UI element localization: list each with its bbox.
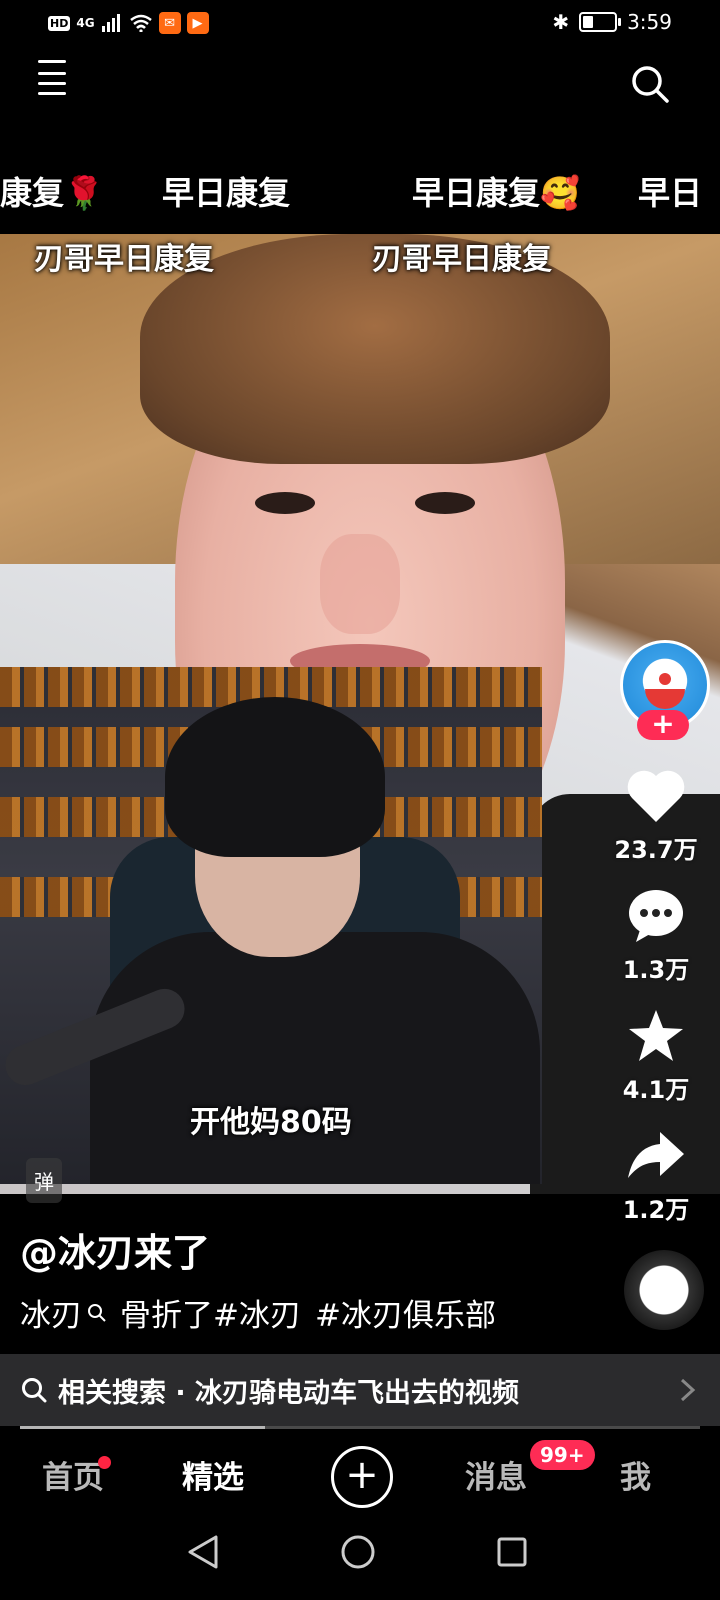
wifi-icon bbox=[129, 14, 152, 32]
nav-home-dot bbox=[98, 1456, 111, 1469]
video-progress-fill bbox=[20, 1426, 265, 1429]
search-keyword-text: 冰刃 bbox=[20, 1298, 82, 1334]
danmu-comment: 早日康复🥰 bbox=[412, 174, 580, 212]
home-icon[interactable] bbox=[340, 1534, 376, 1570]
search-icon[interactable] bbox=[630, 64, 670, 104]
favorite-count: 4.1万 bbox=[622, 1076, 690, 1104]
inset-caption: 开他妈80码 bbox=[190, 1105, 352, 1140]
danmu-comment: 早日 bbox=[638, 174, 703, 212]
battery-fill bbox=[583, 16, 594, 28]
menu-notification-dot bbox=[38, 60, 66, 63]
video-nose bbox=[320, 534, 400, 634]
like-count: 23.7万 bbox=[614, 836, 698, 864]
hashtag[interactable]: #冰刃 bbox=[213, 1290, 301, 1335]
status-right: ✱ 3:59 bbox=[552, 10, 672, 34]
favorite-button[interactable]: 4.1万 bbox=[606, 1008, 706, 1105]
system-nav bbox=[0, 1520, 720, 1600]
keyword-search-icon bbox=[88, 1303, 106, 1322]
nav-home[interactable]: 首页 bbox=[42, 1452, 104, 1497]
video-inset: 开他妈80码 bbox=[0, 667, 542, 1184]
author-name[interactable]: @冰刃来了 bbox=[20, 1222, 210, 1277]
menu-button[interactable] bbox=[36, 60, 70, 100]
related-search-bar[interactable]: 相关搜索 · 冰刃骑电动车飞出去的视频 bbox=[0, 1354, 720, 1426]
search-keyword[interactable]: 冰刃 bbox=[20, 1290, 120, 1335]
music-disc[interactable] bbox=[624, 1250, 704, 1330]
danmu-comment: 康复🌹 bbox=[0, 174, 104, 212]
share-button[interactable]: 1.2万 bbox=[606, 1128, 706, 1225]
inset-body bbox=[90, 932, 540, 1184]
bluetooth-icon: ✱ bbox=[552, 10, 570, 34]
nav-me[interactable]: 我 bbox=[620, 1452, 651, 1497]
inset-hair bbox=[165, 697, 385, 857]
clock: 3:59 bbox=[627, 10, 672, 34]
back-icon[interactable] bbox=[186, 1534, 220, 1570]
danmu-comment: 早日康复 bbox=[162, 174, 291, 212]
message-badge: 99+ bbox=[530, 1440, 595, 1470]
hashtag[interactable]: #冰刃俱乐部 bbox=[315, 1290, 496, 1335]
follow-button[interactable]: + bbox=[637, 710, 689, 740]
related-search-icon bbox=[22, 1378, 47, 1403]
menu-line bbox=[38, 72, 66, 75]
share-arrow-icon bbox=[628, 1132, 684, 1178]
comment-count: 1.3万 bbox=[622, 956, 690, 984]
star-icon bbox=[629, 1010, 683, 1061]
video-app-icon: ▶ bbox=[186, 12, 209, 34]
signal-icon bbox=[101, 14, 120, 32]
post-description: 冰刃 骨折了 #冰刃 #冰刃俱乐部 bbox=[20, 1290, 496, 1335]
video-eye bbox=[415, 492, 475, 514]
status-left: HD 4G ✉ ▶ bbox=[48, 12, 209, 34]
danmu-toggle[interactable]: 弹 bbox=[26, 1158, 62, 1203]
avatar-nose bbox=[659, 673, 671, 685]
hd-indicator: HD bbox=[48, 15, 71, 31]
video-progress-bar[interactable] bbox=[20, 1426, 700, 1429]
message-app-icon: ✉ bbox=[158, 12, 181, 34]
like-button[interactable]: 23.7万 bbox=[606, 768, 706, 865]
comment-icon bbox=[629, 890, 683, 942]
menu-line bbox=[38, 92, 66, 95]
status-bar: HD 4G ✉ ▶ ✱ 3:59 bbox=[0, 0, 720, 50]
chevron-right-icon bbox=[680, 1378, 696, 1402]
nav-featured[interactable]: 精选 bbox=[182, 1452, 244, 1497]
danmu-strip: 康复🌹 早日康复 早日康复🥰 早日 bbox=[0, 168, 720, 212]
battery-icon bbox=[579, 12, 622, 32]
post-button[interactable]: + bbox=[331, 1446, 393, 1508]
share-count: 1.2万 bbox=[622, 1196, 690, 1224]
video-overlay-label: 刃哥早日康复 bbox=[34, 242, 214, 277]
recents-icon[interactable] bbox=[496, 1536, 528, 1568]
avatar-mouth bbox=[645, 689, 685, 709]
nav-messages[interactable]: 消息 bbox=[465, 1452, 527, 1497]
menu-line bbox=[38, 82, 66, 85]
video-overlay-label: 刃哥早日康复 bbox=[372, 242, 552, 277]
video-eye bbox=[255, 492, 315, 514]
post-text: 骨折了 bbox=[120, 1298, 213, 1334]
related-search-text: 相关搜索 · 冰刃骑电动车飞出去的视频 bbox=[58, 1377, 520, 1409]
network-type: 4G bbox=[76, 16, 95, 30]
heart-icon bbox=[627, 770, 685, 822]
comment-button[interactable]: 1.3万 bbox=[606, 888, 706, 985]
